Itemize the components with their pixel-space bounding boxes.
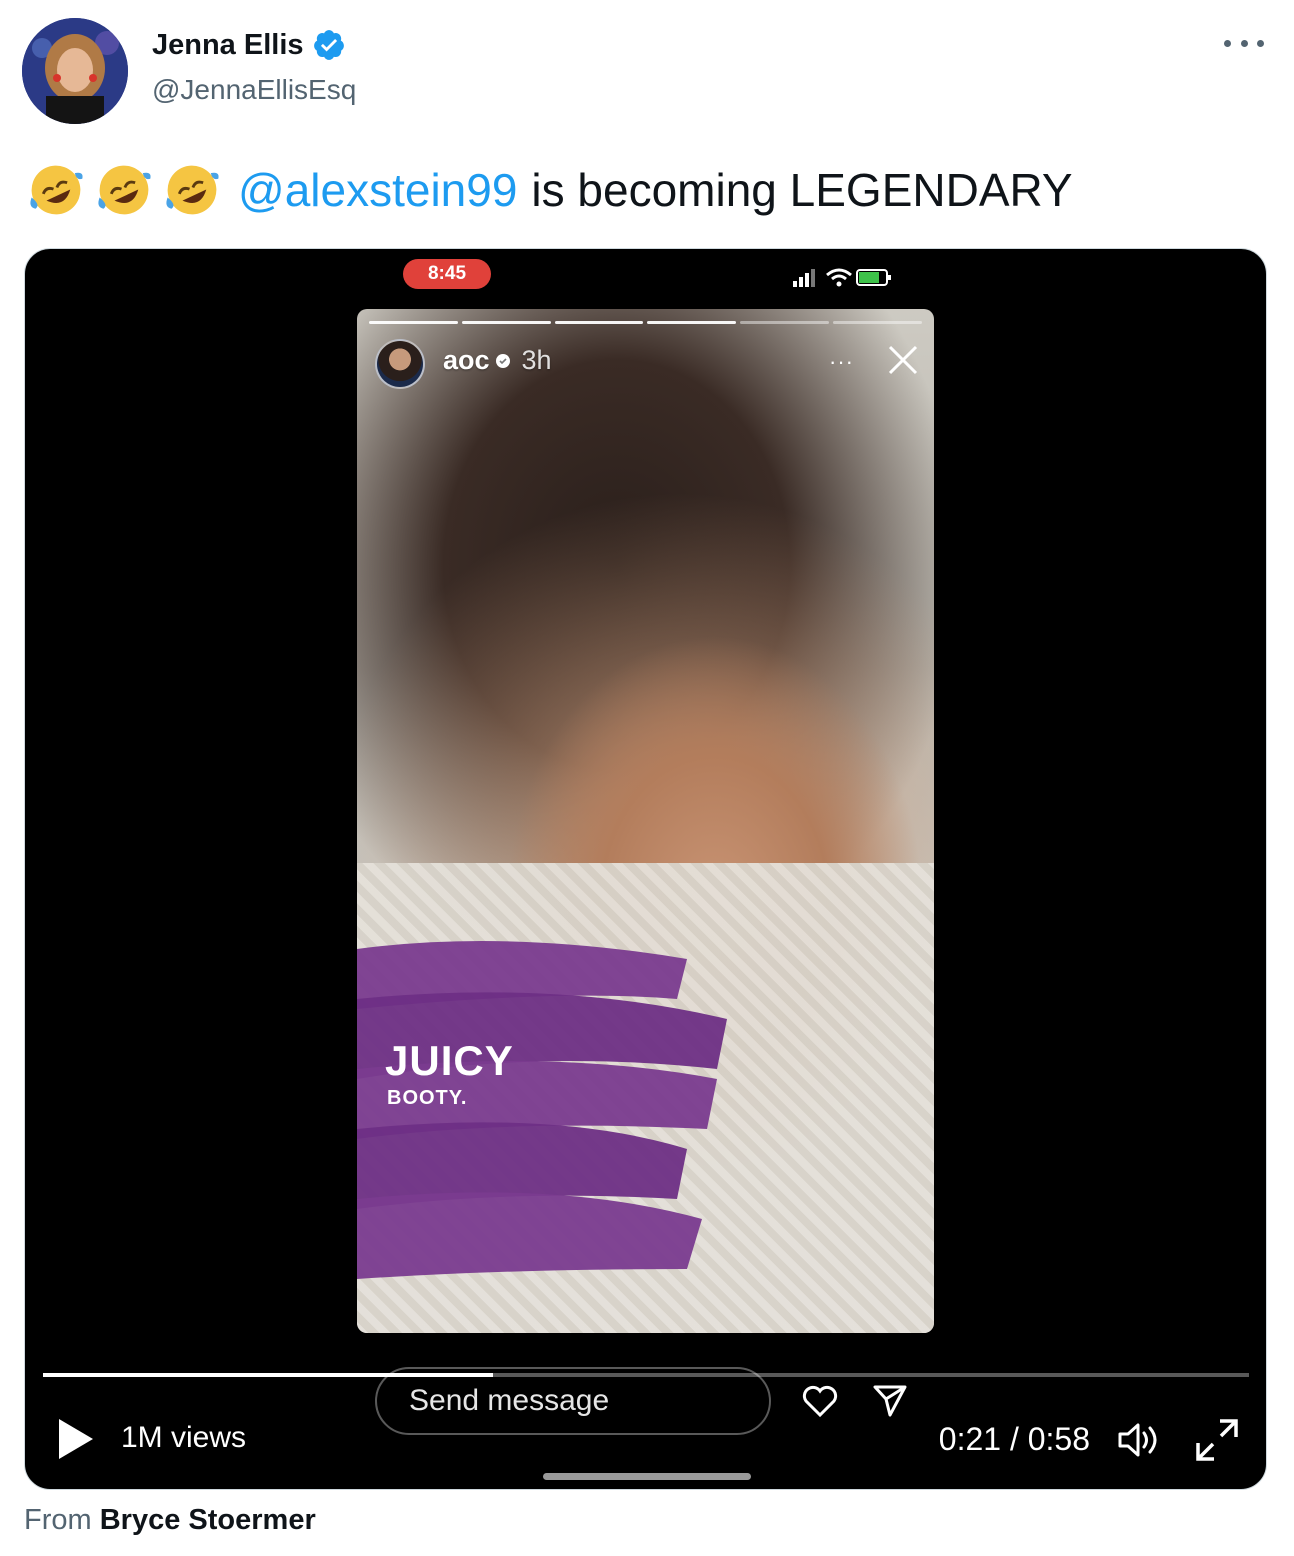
story-more-icon: ···	[829, 349, 854, 374]
fullscreen-icon[interactable]	[1194, 1417, 1240, 1463]
status-bar-time: 8:45	[403, 259, 491, 289]
verified-badge-icon	[313, 30, 344, 60]
status-bar-icons	[793, 268, 891, 287]
tweet-text: @alexstein99 is becoming LEGENDARY	[26, 158, 1073, 222]
laughing-emoji-icon	[30, 165, 83, 215]
attribution-prefix: From	[24, 1504, 92, 1536]
video-time: 0:21 / 0:58	[938, 1421, 1090, 1457]
story-progress	[369, 321, 922, 324]
laughing-emoji-icon	[166, 165, 219, 215]
story-send-icon	[873, 1385, 907, 1417]
video-player[interactable]: 8:45 aoc 3h ··· JUICY BOOTY. Send messag…	[24, 248, 1267, 1490]
play-icon[interactable]	[55, 1417, 95, 1461]
story-caption-small: BOOTY.	[387, 1087, 468, 1109]
story-frame: aoc 3h ··· JUICY BOOTY.	[357, 309, 934, 1333]
story-header: aoc 3h	[443, 345, 552, 376]
home-indicator	[543, 1473, 751, 1480]
tweet-body-text: is becoming LEGENDARY	[531, 164, 1073, 216]
story-heart-icon	[802, 1385, 838, 1418]
author-handle[interactable]: @JennaEllisEsq	[152, 74, 356, 106]
story-avatar	[375, 339, 425, 389]
story-age: 3h	[521, 345, 552, 375]
laughing-emoji-icon	[98, 165, 151, 215]
volume-icon[interactable]	[1116, 1419, 1162, 1461]
story-verified-icon	[495, 353, 510, 368]
mention-link[interactable]: @alexstein99	[238, 158, 517, 222]
story-caption-large: JUICY	[385, 1037, 514, 1084]
author-name-row: Jenna Ellis	[152, 28, 346, 62]
video-scrubber-progress	[43, 1373, 493, 1377]
video-scrubber[interactable]	[43, 1373, 1249, 1377]
author-display-name[interactable]: Jenna Ellis	[152, 29, 304, 62]
story-send-message: Send message	[375, 1367, 771, 1435]
attribution-name[interactable]: Bryce Stoermer	[100, 1504, 316, 1536]
author-avatar[interactable]	[22, 18, 128, 124]
more-options-icon[interactable]	[1224, 28, 1264, 58]
story-username: aoc	[443, 345, 490, 375]
video-attribution: From Bryce Stoermer	[24, 1504, 316, 1537]
story-close-icon	[888, 345, 918, 375]
view-count: 1M views	[121, 1421, 247, 1454]
